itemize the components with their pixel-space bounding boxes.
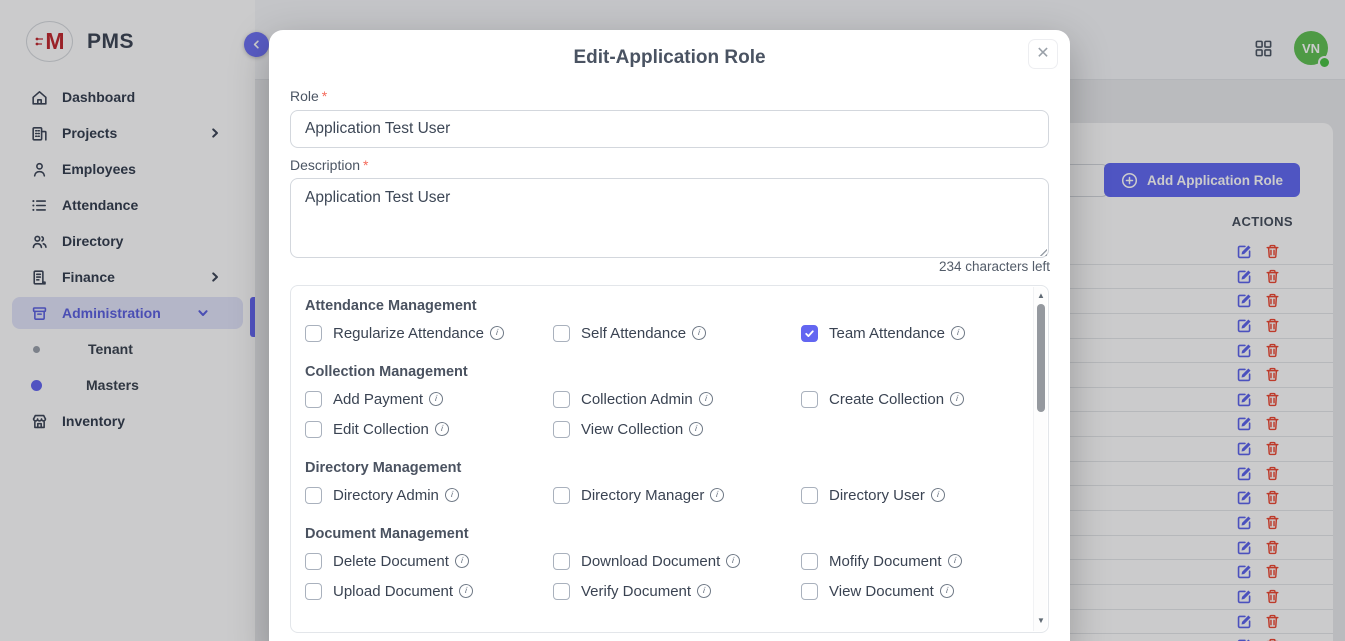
permission-section-title: Directory Management [305,460,1032,480]
description-label-text: Description [290,157,360,173]
info-icon[interactable]: i [691,325,707,341]
info-icon[interactable]: i [489,325,505,341]
info-icon[interactable]: i [698,391,714,407]
permission-section-collection-management: Collection ManagementAdd PaymentiCollect… [305,364,1032,444]
edit-application-role-modal: ✕ Edit-Application Role Role* Descriptio… [269,30,1070,641]
permissions-scroll-area: Attendance ManagementRegularize Attendan… [291,286,1032,632]
checkbox-unchecked[interactable] [553,325,570,342]
permission-section-attendance-management: Attendance ManagementRegularize Attendan… [305,298,1032,348]
modal-title: Edit-Application Role [269,47,1070,69]
required-asterisk: * [322,88,327,104]
permission-mofify-document[interactable]: Mofify Document i [801,546,1032,576]
info-icon[interactable]: i [947,553,963,569]
permission-download-document[interactable]: Download Document i [553,546,801,576]
checkbox-unchecked[interactable] [553,553,570,570]
permission-label: Directory User [829,487,925,504]
info-icon[interactable]: i [939,583,955,599]
permission-label: Directory Manager [581,487,704,504]
permission-label: Delete Document [333,553,449,570]
scrollbar-thumb[interactable] [1037,304,1045,412]
permission-label: Directory Admin [333,487,439,504]
permission-upload-document[interactable]: Upload Document i [305,576,553,606]
required-asterisk: * [363,157,368,173]
info-icon[interactable]: i [428,391,444,407]
permission-verify-document[interactable]: Verify Document i [553,576,801,606]
info-icon[interactable]: i [454,553,470,569]
checkbox-unchecked[interactable] [305,583,322,600]
checkbox-unchecked[interactable] [305,487,322,504]
characters-left-counter: 234 characters left [939,259,1050,274]
permission-section-title: Attendance Management [305,298,1032,318]
permission-directory-manager[interactable]: Directory Manager i [553,480,801,510]
permission-grid: Add PaymentiCollection AdminiCreate Coll… [305,384,1032,444]
permission-grid: Directory AdminiDirectory ManageriDirect… [305,480,1032,510]
permission-label: Download Document [581,553,720,570]
checkbox-unchecked[interactable] [553,421,570,438]
permission-regularize-attendance[interactable]: Regularize Attendance i [305,318,553,348]
permission-label: Regularize Attendance [333,325,484,342]
modal-close-button[interactable]: ✕ [1028,39,1058,69]
permission-section-directory-management: Directory ManagementDirectory AdminiDire… [305,460,1032,510]
checkbox-unchecked[interactable] [801,391,818,408]
permissions-scrollbar[interactable]: ▲ ▼ [1033,287,1047,631]
permission-label: Add Payment [333,391,423,408]
checkbox-unchecked[interactable] [801,583,818,600]
checkbox-unchecked[interactable] [305,391,322,408]
permission-view-document[interactable]: View Document i [801,576,1032,606]
role-input[interactable] [290,110,1049,148]
permission-add-payment[interactable]: Add Payment i [305,384,553,414]
info-icon[interactable]: i [458,583,474,599]
permission-self-attendance[interactable]: Self Attendance i [553,318,801,348]
permission-directory-admin[interactable]: Directory Admin i [305,480,553,510]
info-icon[interactable]: i [444,487,460,503]
permission-section-title: Document Management [305,526,1032,546]
permission-directory-user[interactable]: Directory User i [801,480,1032,510]
checkbox-unchecked[interactable] [553,487,570,504]
checkbox-unchecked[interactable] [305,325,322,342]
description-field-label: Description* [290,157,368,173]
permission-create-collection[interactable]: Create Collection i [801,384,1032,414]
permission-label: View Collection [581,421,683,438]
checkbox-unchecked[interactable] [801,487,818,504]
checkbox-unchecked[interactable] [553,583,570,600]
permission-grid: Regularize AttendanceiSelf AttendanceiTe… [305,318,1032,348]
info-icon[interactable]: i [688,421,704,437]
info-icon[interactable]: i [709,487,725,503]
checkbox-checked[interactable] [801,325,818,342]
checkbox-unchecked[interactable] [305,421,322,438]
close-icon: ✕ [1036,45,1049,62]
info-icon[interactable]: i [950,325,966,341]
info-icon[interactable]: i [930,487,946,503]
permissions-container: Attendance ManagementRegularize Attendan… [290,285,1049,633]
permission-label: Team Attendance [829,325,945,342]
permission-label: View Document [829,583,934,600]
role-label-text: Role [290,88,319,104]
checkbox-unchecked[interactable] [553,391,570,408]
permission-collection-admin[interactable]: Collection Admin i [553,384,801,414]
permission-edit-collection[interactable]: Edit Collection i [305,414,553,444]
permission-label: Collection Admin [581,391,693,408]
permission-label: Create Collection [829,391,944,408]
description-textarea[interactable]: Application Test User [290,178,1049,258]
permission-label: Self Attendance [581,325,686,342]
role-field-label: Role* [290,88,327,104]
info-icon[interactable]: i [434,421,450,437]
permission-section-title: Collection Management [305,364,1032,384]
info-icon[interactable]: i [725,553,741,569]
scroll-down-icon[interactable]: ▼ [1034,616,1048,625]
permission-team-attendance[interactable]: Team Attendance i [801,318,1032,348]
permission-view-collection[interactable]: View Collection i [553,414,801,444]
permission-section-document-management: Document ManagementDelete DocumentiDownl… [305,526,1032,606]
permission-delete-document[interactable]: Delete Document i [305,546,553,576]
permission-label: Upload Document [333,583,453,600]
permission-grid: Delete DocumentiDownload DocumentiMofify… [305,546,1032,606]
info-icon[interactable]: i [696,583,712,599]
checkbox-unchecked[interactable] [305,553,322,570]
permission-label: Edit Collection [333,421,429,438]
info-icon[interactable]: i [949,391,965,407]
scroll-up-icon[interactable]: ▲ [1034,291,1048,300]
permission-label: Mofify Document [829,553,942,570]
checkbox-unchecked[interactable] [801,553,818,570]
permission-label: Verify Document [581,583,691,600]
